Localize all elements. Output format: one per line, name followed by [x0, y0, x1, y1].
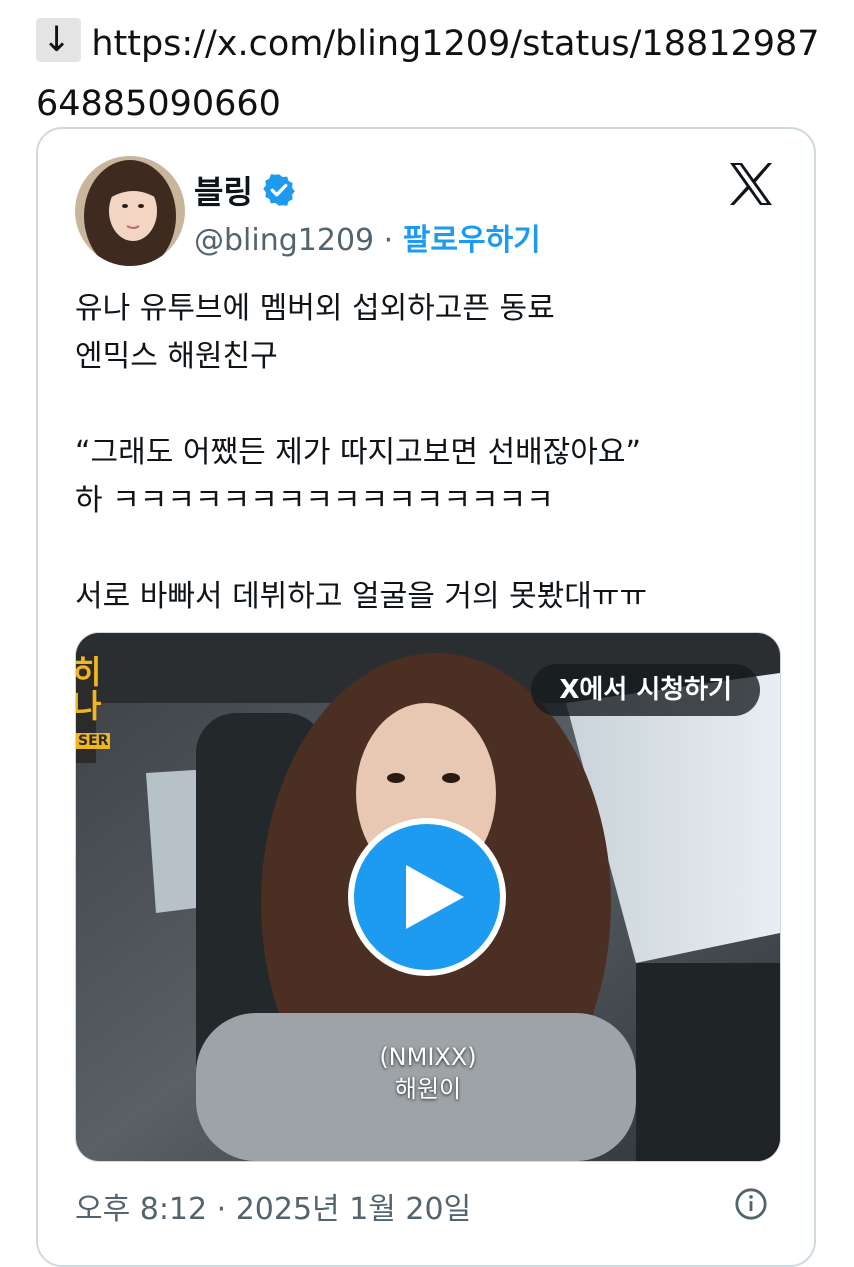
follow-button[interactable]: 팔로우하기: [403, 223, 541, 258]
video-caption-line2: 해원이: [394, 1075, 462, 1103]
tweet-timestamp[interactable]: 오후 8:12 · 2025년 1월 20일: [75, 1184, 471, 1228]
download-arrow-icon: ↓: [36, 18, 82, 62]
tweet-link[interactable]: ↓ https://x.com/bling1209/status/18812987…: [36, 14, 826, 134]
channel-logo-text: 히 나: [76, 655, 101, 723]
avatar[interactable]: [75, 156, 185, 266]
verified-badge-icon: [263, 174, 295, 206]
play-icon: [406, 865, 464, 929]
tweet-text: 유나 유투브에 멤버외 섭외하고픈 동료 엔믹스 해원친구 “그래도 어쨌든 제…: [75, 291, 648, 614]
channel-logo-tag: SER: [76, 733, 111, 749]
handle[interactable]: @bling1209: [194, 223, 374, 258]
video-player[interactable]: 히 나 SER X에서 시청하기 (NMIXX) 해원이: [75, 632, 781, 1162]
tweet-embed-card[interactable]: 블링 @bling1209 · 팔로우하기 유나 유투브에 멤버외 섭외하고픈 …: [36, 127, 816, 1267]
video-caption-line1: (NMIXX): [379, 1043, 477, 1071]
tweet-url[interactable]: https://x.com/bling1209/status/188129876…: [36, 24, 820, 124]
info-icon[interactable]: [734, 1187, 768, 1221]
watch-on-x-button[interactable]: X에서 시청하기: [531, 664, 760, 716]
play-button[interactable]: [348, 818, 506, 976]
separator: ·: [383, 223, 394, 258]
display-name[interactable]: 블링: [194, 167, 253, 213]
x-logo-icon[interactable]: [726, 159, 776, 209]
